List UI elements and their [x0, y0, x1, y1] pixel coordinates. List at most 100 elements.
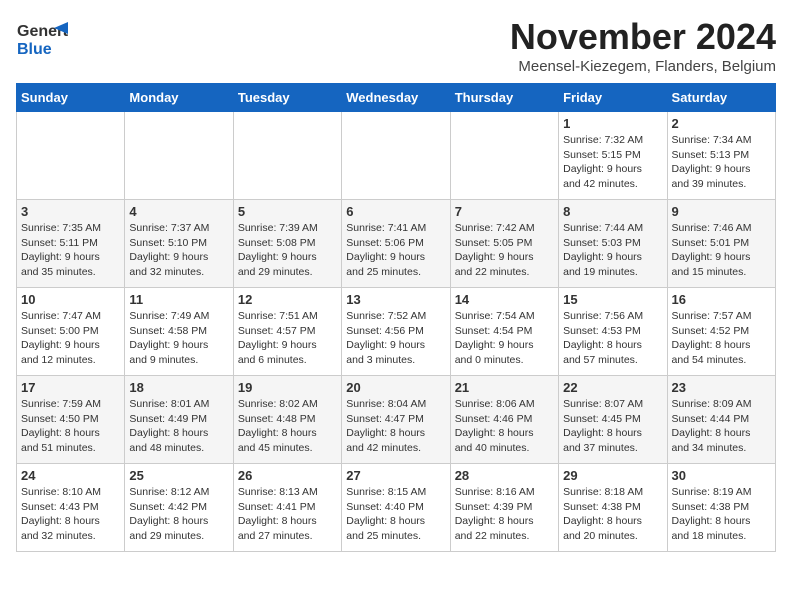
day-number: 10 — [21, 292, 120, 307]
calendar-cell: 25 Sunrise: 8:12 AM Sunset: 4:42 PM Dayli… — [125, 464, 233, 552]
calendar-cell: 23 Sunrise: 8:09 AM Sunset: 4:44 PM Dayli… — [667, 376, 775, 464]
day-header-monday: Monday — [125, 84, 233, 112]
calendar-cell: 3 Sunrise: 7:35 AM Sunset: 5:11 PM Daylig… — [17, 200, 125, 288]
day-number: 11 — [129, 292, 228, 307]
day-info: Sunrise: 7:51 AM Sunset: 4:57 PM Dayligh… — [238, 309, 337, 368]
day-info: Sunrise: 8:02 AM Sunset: 4:48 PM Dayligh… — [238, 397, 337, 456]
day-info: Sunrise: 8:01 AM Sunset: 4:49 PM Dayligh… — [129, 397, 228, 456]
calendar-cell: 1 Sunrise: 7:32 AM Sunset: 5:15 PM Daylig… — [559, 112, 667, 200]
day-number: 12 — [238, 292, 337, 307]
day-number: 28 — [455, 468, 554, 483]
calendar-cell: 4 Sunrise: 7:37 AM Sunset: 5:10 PM Daylig… — [125, 200, 233, 288]
day-number: 9 — [672, 204, 771, 219]
calendar-cell — [233, 112, 341, 200]
calendar-cell — [125, 112, 233, 200]
calendar-cell: 12 Sunrise: 7:51 AM Sunset: 4:57 PM Dayli… — [233, 288, 341, 376]
day-info: Sunrise: 7:34 AM Sunset: 5:13 PM Dayligh… — [672, 133, 771, 192]
day-number: 17 — [21, 380, 120, 395]
day-info: Sunrise: 8:13 AM Sunset: 4:41 PM Dayligh… — [238, 485, 337, 544]
day-number: 29 — [563, 468, 662, 483]
calendar-cell: 8 Sunrise: 7:44 AM Sunset: 5:03 PM Daylig… — [559, 200, 667, 288]
day-number: 7 — [455, 204, 554, 219]
calendar-cell: 5 Sunrise: 7:39 AM Sunset: 5:08 PM Daylig… — [233, 200, 341, 288]
day-number: 8 — [563, 204, 662, 219]
day-number: 4 — [129, 204, 228, 219]
day-number: 6 — [346, 204, 445, 219]
calendar-table: SundayMondayTuesdayWednesdayThursdayFrid… — [16, 83, 776, 552]
day-number: 25 — [129, 468, 228, 483]
day-info: Sunrise: 8:16 AM Sunset: 4:39 PM Dayligh… — [455, 485, 554, 544]
day-number: 1 — [563, 116, 662, 131]
day-info: Sunrise: 8:09 AM Sunset: 4:44 PM Dayligh… — [672, 397, 771, 456]
day-info: Sunrise: 8:15 AM Sunset: 4:40 PM Dayligh… — [346, 485, 445, 544]
calendar-cell — [342, 112, 450, 200]
calendar-cell: 9 Sunrise: 7:46 AM Sunset: 5:01 PM Daylig… — [667, 200, 775, 288]
day-info: Sunrise: 8:19 AM Sunset: 4:38 PM Dayligh… — [672, 485, 771, 544]
calendar-cell: 19 Sunrise: 8:02 AM Sunset: 4:48 PM Dayli… — [233, 376, 341, 464]
day-info: Sunrise: 7:39 AM Sunset: 5:08 PM Dayligh… — [238, 221, 337, 280]
day-info: Sunrise: 7:52 AM Sunset: 4:56 PM Dayligh… — [346, 309, 445, 368]
day-number: 24 — [21, 468, 120, 483]
day-header-friday: Friday — [559, 84, 667, 112]
calendar-cell: 14Sunrise: 7:54 AM Sunset: 4:54 PM Dayli… — [450, 288, 558, 376]
calendar-cell: 26 Sunrise: 8:13 AM Sunset: 4:41 PM Dayli… — [233, 464, 341, 552]
calendar-cell: 7 Sunrise: 7:42 AM Sunset: 5:05 PM Daylig… — [450, 200, 558, 288]
day-info: Sunrise: 7:59 AM Sunset: 4:50 PM Dayligh… — [21, 397, 120, 456]
day-info: Sunrise: 7:46 AM Sunset: 5:01 PM Dayligh… — [672, 221, 771, 280]
day-header-tuesday: Tuesday — [233, 84, 341, 112]
calendar-cell: 17 Sunrise: 7:59 AM Sunset: 4:50 PM Dayli… — [17, 376, 125, 464]
day-info: Sunrise: 7:57 AM Sunset: 4:52 PM Dayligh… — [672, 309, 771, 368]
calendar-cell: 20Sunrise: 8:04 AM Sunset: 4:47 PM Dayli… — [342, 376, 450, 464]
day-info: Sunrise: 7:44 AM Sunset: 5:03 PM Dayligh… — [563, 221, 662, 280]
calendar-cell: 27Sunrise: 8:15 AM Sunset: 4:40 PM Dayli… — [342, 464, 450, 552]
day-number: 5 — [238, 204, 337, 219]
day-info: Sunrise: 8:07 AM Sunset: 4:45 PM Dayligh… — [563, 397, 662, 456]
day-number: 2 — [672, 116, 771, 131]
calendar-cell: 10Sunrise: 7:47 AM Sunset: 5:00 PM Dayli… — [17, 288, 125, 376]
day-number: 18 — [129, 380, 228, 395]
day-number: 26 — [238, 468, 337, 483]
day-number: 13 — [346, 292, 445, 307]
day-info: Sunrise: 8:04 AM Sunset: 4:47 PM Dayligh… — [346, 397, 445, 456]
calendar-cell: 28 Sunrise: 8:16 AM Sunset: 4:39 PM Dayli… — [450, 464, 558, 552]
calendar-cell: 16 Sunrise: 7:57 AM Sunset: 4:52 PM Dayli… — [667, 288, 775, 376]
day-header-thursday: Thursday — [450, 84, 558, 112]
day-header-saturday: Saturday — [667, 84, 775, 112]
calendar-cell: 18 Sunrise: 8:01 AM Sunset: 4:49 PM Dayli… — [125, 376, 233, 464]
logo-icon: General Blue — [16, 16, 68, 60]
page-header: General Blue November 2024 Meensel-Kieze… — [16, 16, 776, 75]
day-number: 16 — [672, 292, 771, 307]
day-info: Sunrise: 7:56 AM Sunset: 4:53 PM Dayligh… — [563, 309, 662, 368]
day-number: 22 — [563, 380, 662, 395]
calendar-cell: 29Sunrise: 8:18 AM Sunset: 4:38 PM Dayli… — [559, 464, 667, 552]
day-info: Sunrise: 7:35 AM Sunset: 5:11 PM Dayligh… — [21, 221, 120, 280]
calendar-cell: 15 Sunrise: 7:56 AM Sunset: 4:53 PM Dayli… — [559, 288, 667, 376]
month-title: November 2024 — [510, 16, 776, 58]
calendar-cell: 22 Sunrise: 8:07 AM Sunset: 4:45 PM Dayli… — [559, 376, 667, 464]
calendar-cell: 13 Sunrise: 7:52 AM Sunset: 4:56 PM Dayli… — [342, 288, 450, 376]
day-info: Sunrise: 8:12 AM Sunset: 4:42 PM Dayligh… — [129, 485, 228, 544]
day-info: Sunrise: 7:42 AM Sunset: 5:05 PM Dayligh… — [455, 221, 554, 280]
calendar-cell — [450, 112, 558, 200]
calendar-cell — [17, 112, 125, 200]
calendar-cell: 6Sunrise: 7:41 AM Sunset: 5:06 PM Daylig… — [342, 200, 450, 288]
day-info: Sunrise: 8:10 AM Sunset: 4:43 PM Dayligh… — [21, 485, 120, 544]
day-number: 15 — [563, 292, 662, 307]
calendar-cell: 21 Sunrise: 8:06 AM Sunset: 4:46 PM Dayli… — [450, 376, 558, 464]
calendar-cell: 30 Sunrise: 8:19 AM Sunset: 4:38 PM Dayli… — [667, 464, 775, 552]
day-info: Sunrise: 7:32 AM Sunset: 5:15 PM Dayligh… — [563, 133, 662, 192]
svg-text:Blue: Blue — [17, 41, 52, 58]
day-header-sunday: Sunday — [17, 84, 125, 112]
day-number: 30 — [672, 468, 771, 483]
calendar-cell: 11Sunrise: 7:49 AM Sunset: 4:58 PM Dayli… — [125, 288, 233, 376]
day-number: 21 — [455, 380, 554, 395]
day-number: 23 — [672, 380, 771, 395]
day-number: 14 — [455, 292, 554, 307]
day-header-wednesday: Wednesday — [342, 84, 450, 112]
logo: General Blue — [16, 16, 68, 60]
day-info: Sunrise: 7:37 AM Sunset: 5:10 PM Dayligh… — [129, 221, 228, 280]
day-number: 19 — [238, 380, 337, 395]
calendar-cell: 24 Sunrise: 8:10 AM Sunset: 4:43 PM Dayli… — [17, 464, 125, 552]
day-info: Sunrise: 8:06 AM Sunset: 4:46 PM Dayligh… — [455, 397, 554, 456]
day-number: 3 — [21, 204, 120, 219]
